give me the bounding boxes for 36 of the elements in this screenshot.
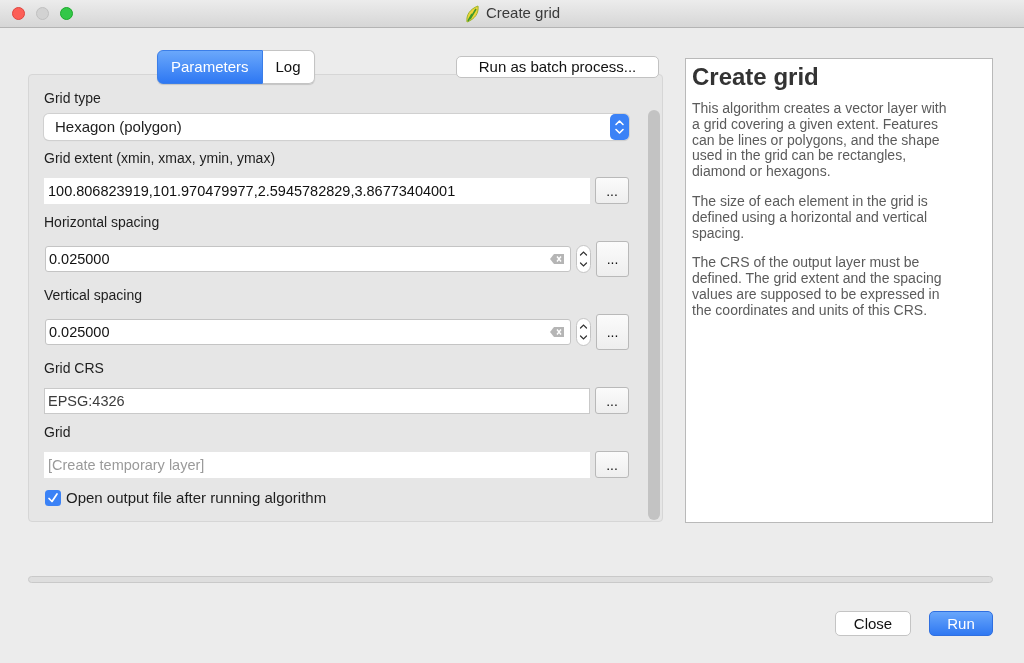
- window-title: Create grid: [485, 3, 561, 24]
- field-label: Vertical spacing: [44, 286, 144, 304]
- clear-icon[interactable]: [550, 327, 564, 337]
- field-label: Grid: [44, 423, 72, 441]
- output-field[interactable]: [Create temporary layer]: [44, 451, 590, 478]
- clear-icon[interactable]: [550, 254, 564, 264]
- window-close-button[interactable]: [12, 7, 25, 20]
- help-text: The size of each element in the grid is defined using a horizontal and vertical spacing.: [692, 194, 929, 242]
- window-zoom-button[interactable]: [60, 7, 73, 20]
- checkbox-label: Open output file after running algorithm: [66, 488, 327, 508]
- help-text: This algorithm creates a vector layer with a grid covering a given extent. Features can be lines or polygons, and the shape used in the grid can be rectangles, diamond or hexagons.: [692, 101, 948, 180]
- spin-button[interactable]: [576, 318, 591, 346]
- scrollbar[interactable]: [648, 110, 660, 520]
- checkbox[interactable]: [45, 490, 61, 507]
- batch-process-button[interactable]: Run as batch process...: [456, 56, 659, 78]
- text-field[interactable]: EPSG:4326: [44, 387, 590, 414]
- field-label: Grid CRS: [44, 359, 105, 377]
- chevrons-icon: [610, 114, 629, 140]
- leaf-icon: [463, 4, 480, 23]
- help-title: Create grid: [692, 63, 820, 91]
- number-field[interactable]: 0.025000: [45, 319, 571, 345]
- tab[interactable]: Log: [262, 50, 315, 84]
- number-field[interactable]: 0.025000: [45, 246, 571, 272]
- browse-button[interactable]: ...: [595, 387, 629, 414]
- field-label: Grid type: [44, 89, 102, 107]
- spin-button[interactable]: [576, 245, 591, 273]
- field-label: Grid extent (xmin, xmax, ymin, ymax): [44, 149, 277, 167]
- browse-button[interactable]: ...: [595, 177, 629, 204]
- browse-button[interactable]: ...: [595, 451, 629, 478]
- dropdown[interactable]: Hexagon (polygon): [44, 114, 629, 140]
- browse-button[interactable]: ...: [596, 241, 629, 277]
- close-button[interactable]: Close: [835, 611, 911, 636]
- browse-button[interactable]: ...: [596, 314, 629, 350]
- field-label: Horizontal spacing: [44, 213, 161, 231]
- help-text: The CRS of the output layer must be defined. The grid extent and the spacing values are supposed to be expressed in the coordinates and units of this CRS.: [692, 255, 943, 319]
- text-field[interactable]: 100.806823919,101.970479977,2.5945782829,3.86773404001: [44, 177, 590, 204]
